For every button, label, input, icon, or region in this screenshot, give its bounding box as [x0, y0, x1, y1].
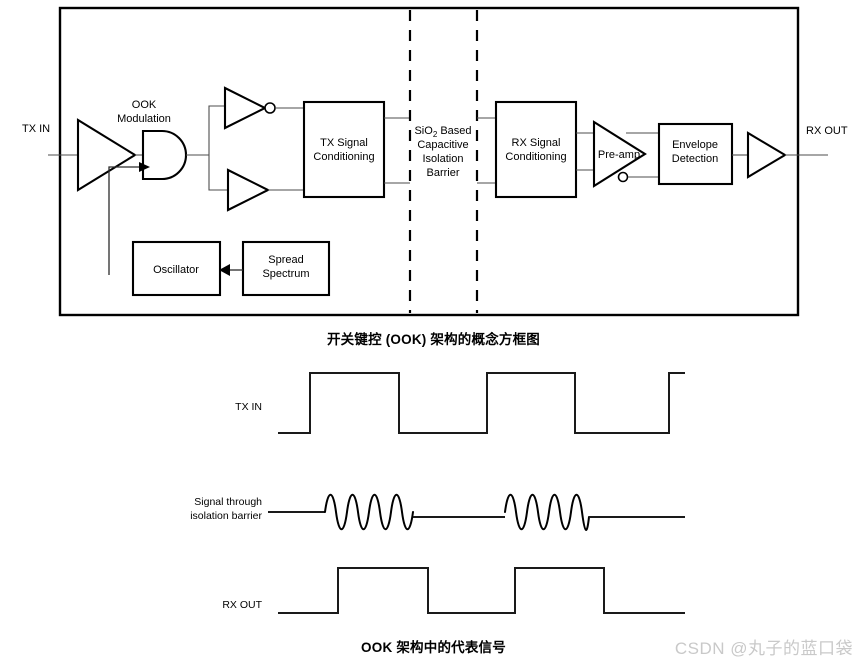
- spread-spectrum-line1: Spread: [268, 254, 303, 266]
- isolation-barrier-line4: Barrier: [426, 167, 459, 179]
- isolation-barrier-line2: Capacitive: [417, 139, 468, 151]
- isolation-barrier-based: Based: [437, 125, 471, 137]
- block-diagram-caption: 开关键控 (OOK) 架构的概念方框图: [326, 332, 541, 347]
- tx-inverter-icon: [223, 86, 268, 130]
- tx-in-label: TX IN: [22, 123, 50, 135]
- output-buffer-icon: [746, 131, 788, 179]
- spread-spectrum-line2: Spectrum: [262, 268, 309, 280]
- rx-out-label: RX OUT: [806, 125, 848, 137]
- tx-signal-conditioning-block: [302, 100, 386, 199]
- waveform-isolation-burst-1: [324, 493, 414, 531]
- isolation-barrier-line1: SiO2 Based: [414, 125, 471, 139]
- csdn-watermark: CSDN @丸子的蓝口袋: [674, 639, 853, 658]
- waveform-tx-in-label: TX IN: [235, 401, 262, 413]
- oscillator-label: Oscillator: [153, 264, 199, 276]
- pre-amp-bubble-icon: [617, 171, 629, 183]
- input-buffer-icon: [76, 118, 138, 192]
- rx-signal-conditioning-line1: RX Signal: [512, 137, 561, 149]
- tx-signal-conditioning-line2: Conditioning: [313, 151, 374, 163]
- split-to-buffer-wire: [208, 155, 228, 191]
- split-to-inverter-wire: [208, 105, 225, 155]
- envelope-detection-line1: Envelope: [672, 139, 718, 151]
- tx-buffer-icon: [226, 168, 271, 212]
- ook-modulation-label-line1: OOK: [132, 99, 157, 111]
- waveform-rx-out-trace: [278, 567, 685, 614]
- isolation-barrier-sio: SiO: [414, 125, 433, 137]
- and-gate-icon: [141, 129, 187, 181]
- waveform-isolation-label-line2: isolation barrier: [190, 510, 262, 522]
- pre-amp-label: Pre-amp: [598, 149, 640, 161]
- waveform-rx-out-label: RX OUT: [222, 599, 262, 611]
- page-root: TX IN OOK Modulation TX Signal Condition…: [0, 0, 867, 667]
- waveform-tx-in-trace: [278, 372, 685, 434]
- envelope-detection-line2: Detection: [672, 153, 718, 165]
- tx-signal-conditioning-line1: TX Signal: [320, 137, 368, 149]
- waveform-isolation-label-line1: Signal through: [194, 496, 262, 508]
- tx-inverter-bubble-icon: [264, 102, 276, 114]
- rx-signal-conditioning-line2: Conditioning: [505, 151, 566, 163]
- waveform-isolation-burst-2: [504, 493, 590, 531]
- ook-modulation-label-line2: Modulation: [117, 113, 171, 125]
- isolation-barrier-line3: Isolation: [423, 153, 464, 165]
- rx-signal-conditioning-block: [494, 100, 578, 199]
